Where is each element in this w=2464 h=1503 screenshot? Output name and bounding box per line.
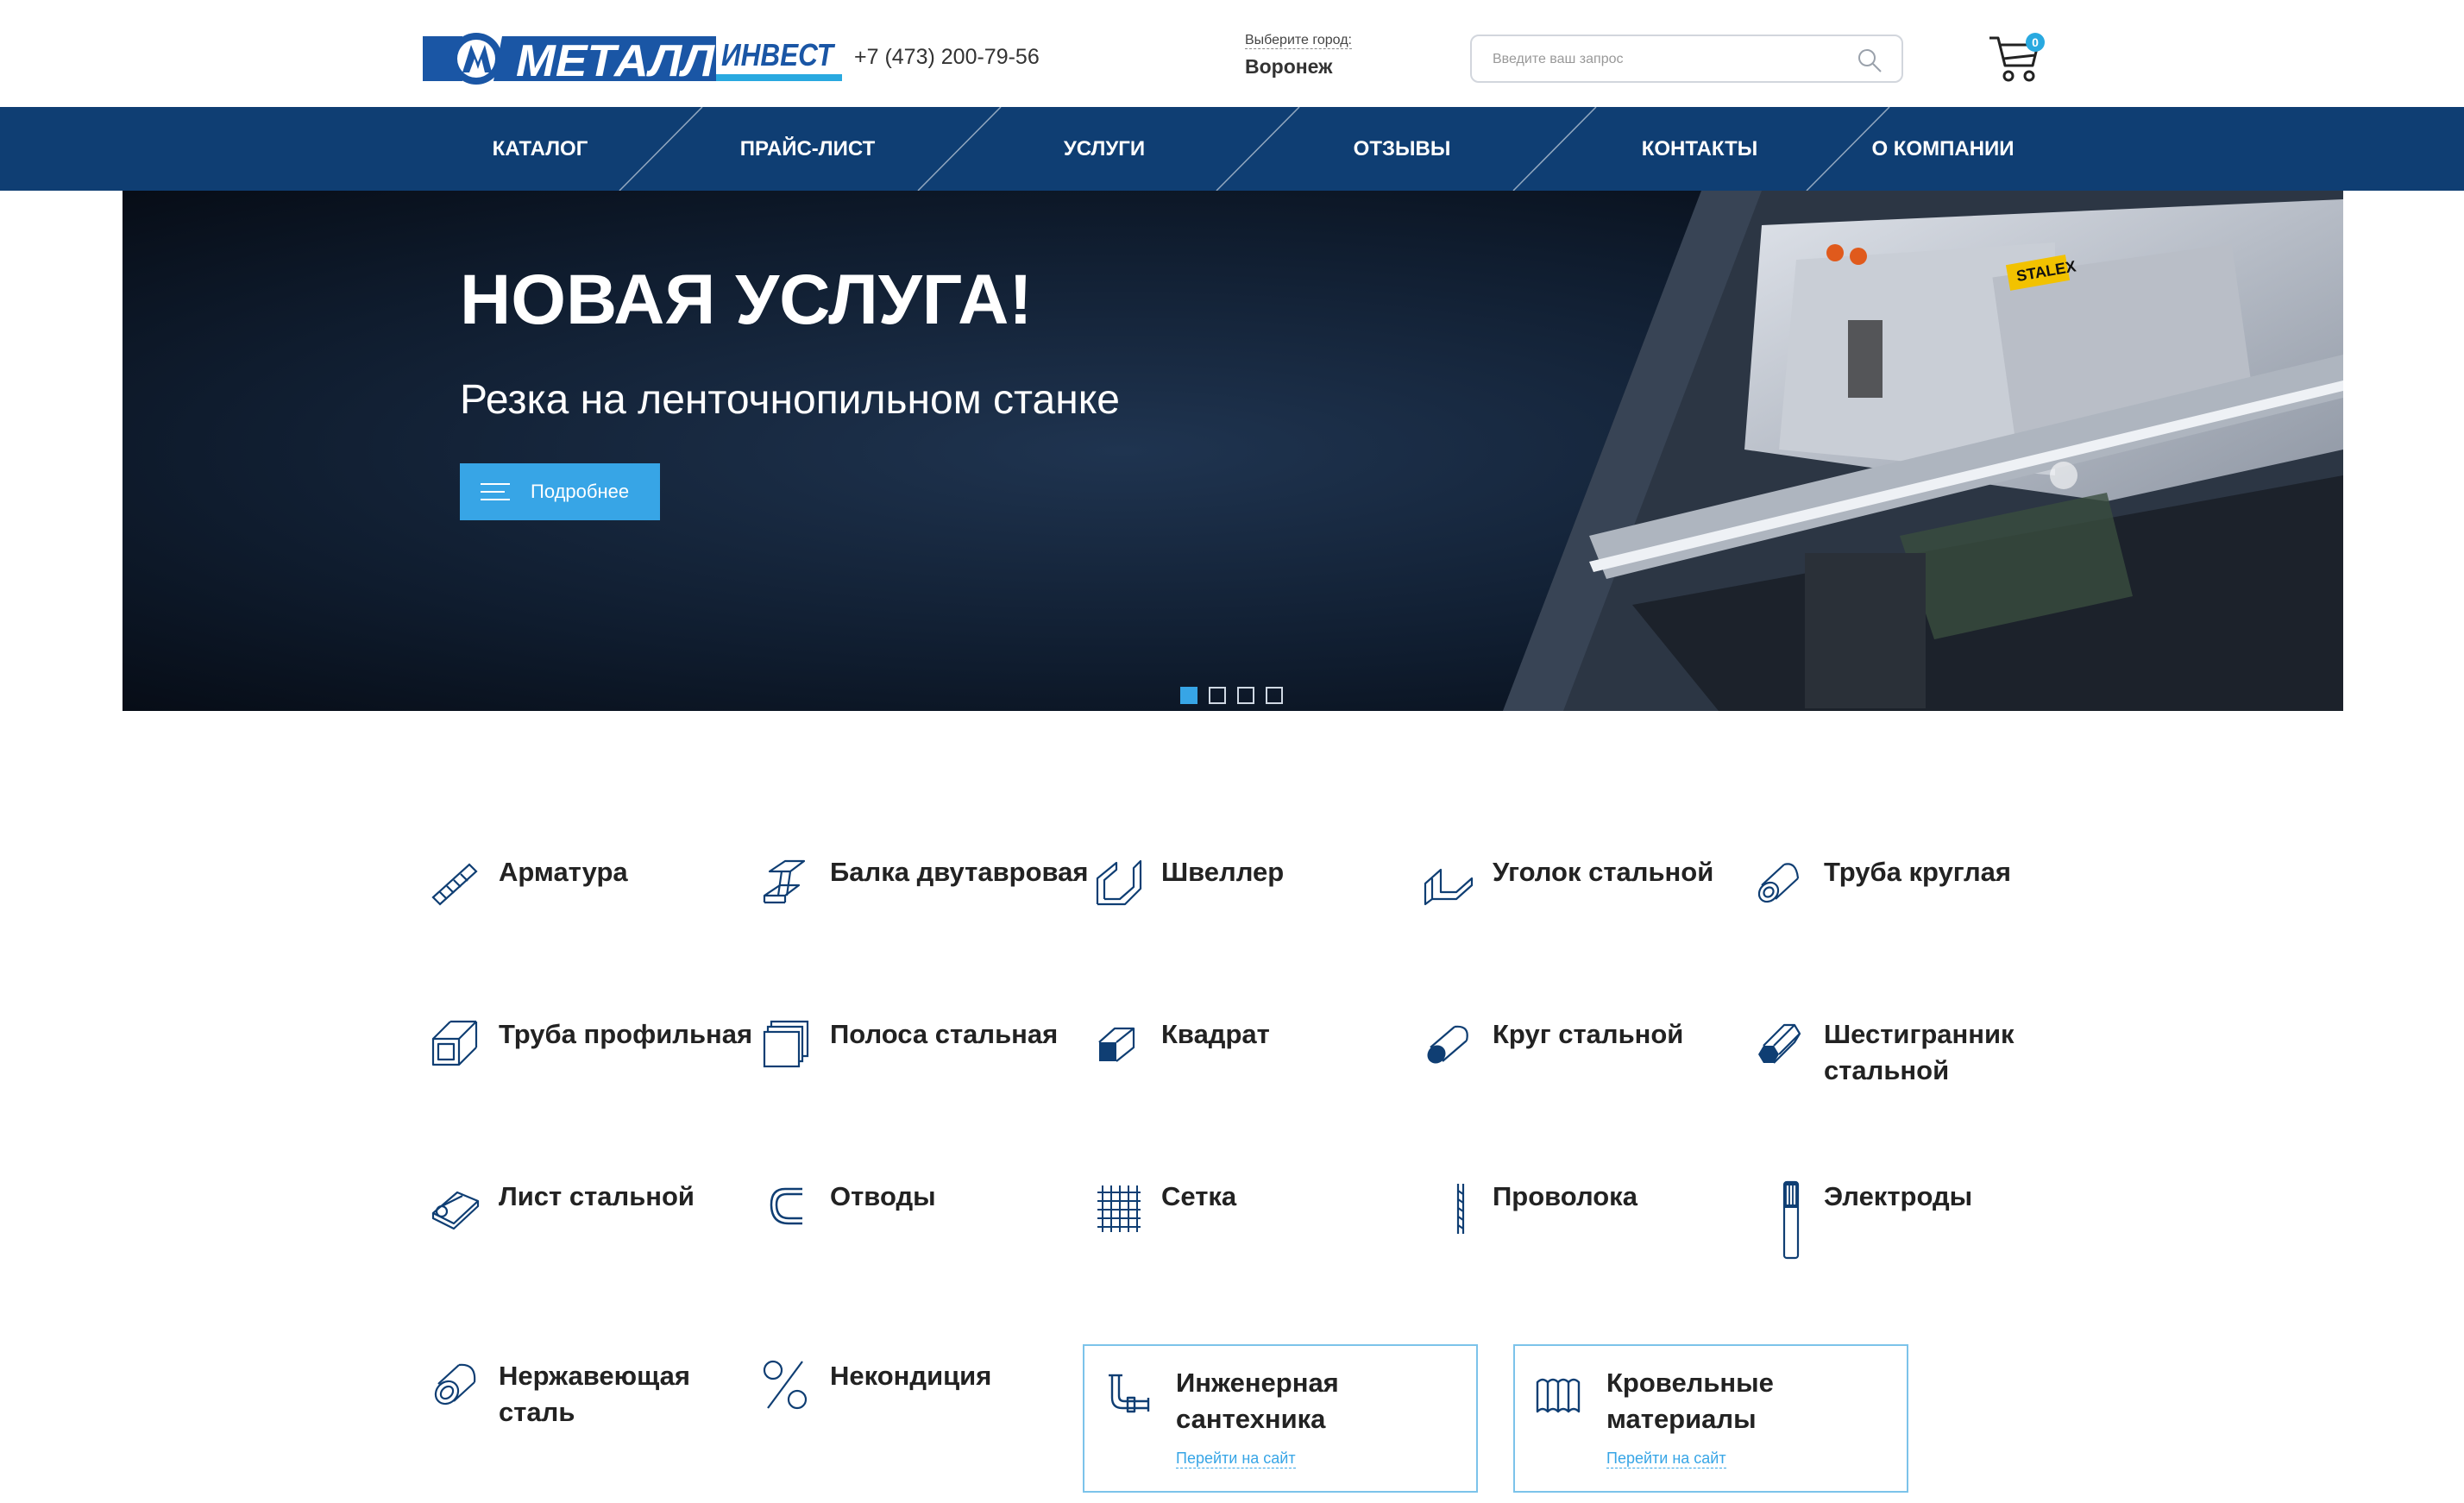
category-name: Квадрат <box>1161 1019 1270 1049</box>
sheet-icon <box>431 1191 480 1230</box>
electrodes-icon <box>1782 1180 1800 1260</box>
slider-dot-1[interactable] <box>1180 687 1197 704</box>
header-phone[interactable]: +7 (473) 200-79-56 <box>854 45 1040 70</box>
hero-subtitle: Резка на ленточнопильном станке <box>460 377 1120 423</box>
nav-item-contacts[interactable]: КОНТАКТЫ <box>1596 107 1803 191</box>
slider-dot-2[interactable] <box>1209 687 1226 704</box>
svg-text:ИНВЕСТ: ИНВЕСТ <box>721 37 836 72</box>
city-selector-label[interactable]: Выберите город: <box>1245 33 1352 49</box>
external-roofing-card[interactable]: Кровельные материалы Перейти на сайт <box>1513 1344 1908 1493</box>
slider-dot-3[interactable] <box>1237 687 1254 704</box>
stainless-icon <box>434 1363 476 1406</box>
category-name: Арматура <box>499 857 628 887</box>
hero-more-button[interactable]: Подробнее <box>460 463 660 520</box>
site-header: МЕТАЛЛ ИНВЕСТ +7 (473) 200-79-56 Выберит… <box>0 0 2464 107</box>
strip-icon <box>763 1020 809 1068</box>
category-name: Полоса стальная <box>830 1019 1059 1049</box>
main-nav: КАТАЛОГ ПРАЙС-ЛИСТ УСЛУГИ ОТЗЫВЫ КОНТАКТ… <box>0 107 2464 191</box>
channel-icon <box>1096 859 1142 906</box>
external-card-link[interactable]: Перейти на сайт <box>1606 1450 1726 1468</box>
search-icon[interactable] <box>1857 47 1883 73</box>
nav-item-reviews[interactable]: ОТЗЫВЫ <box>1298 107 1505 191</box>
category-name: Швеллер <box>1161 857 1285 887</box>
round-bar-icon <box>1427 1025 1468 1064</box>
hexagon-bar-icon <box>1758 1023 1801 1064</box>
round-pipe-icon <box>1757 863 1800 903</box>
menu-lines-icon <box>481 483 510 500</box>
nav-item-price-list[interactable]: ПРАЙС-ЛИСТ <box>704 107 911 191</box>
category-name: Некондиция <box>830 1361 992 1391</box>
profile-pipe-icon <box>431 1020 478 1066</box>
wire-icon <box>1456 1184 1465 1234</box>
svg-text:МЕТАЛЛ: МЕТАЛЛ <box>516 36 715 85</box>
nav-item-catalog[interactable]: КАТАЛОГ <box>437 107 644 191</box>
category-name: Шестигранник стальной <box>1824 1019 2015 1085</box>
rebar-icon <box>431 863 478 906</box>
city-selector-value[interactable]: Воронеж <box>1245 55 1332 79</box>
hero-slider: STALEX НОВАЯ УСЛУГА! Резка на ленточнопи… <box>123 191 2343 711</box>
hero-more-button-label: Подробнее <box>531 481 630 502</box>
category-name: Отводы <box>830 1181 936 1211</box>
nav-item-about[interactable]: О КОМПАНИИ <box>1839 107 2046 191</box>
category-name: Сетка <box>1161 1181 1237 1211</box>
nav-item-services[interactable]: УСЛУГИ <box>1001 107 1208 191</box>
category-name: Круг стальной <box>1493 1019 1684 1049</box>
external-plumbing-card[interactable]: Инженерная сантехника Перейти на сайт <box>1083 1344 1478 1493</box>
category-name: Балка двутавровая <box>830 857 1089 887</box>
external-card-title: Кровельные материалы <box>1606 1368 1774 1434</box>
category-name: Электроды <box>1824 1181 1973 1211</box>
plumbing-icon <box>1109 1374 1150 1413</box>
elbow-icon <box>770 1187 802 1225</box>
external-card-link[interactable]: Перейти на сайт <box>1176 1450 1296 1468</box>
hero-machine-image: STALEX <box>123 191 2343 711</box>
hero-title: НОВАЯ УСЛУГА! <box>460 261 1033 339</box>
percent-icon <box>763 1360 808 1410</box>
cart-count-badge: 0 <box>2026 33 2045 52</box>
slider-dot-4[interactable] <box>1266 687 1283 704</box>
category-name: Уголок стальной <box>1493 857 1714 887</box>
nav-dividers <box>619 107 1890 191</box>
angle-icon <box>1424 868 1474 906</box>
roofing-icon <box>1536 1378 1581 1413</box>
category-name: Нержавеющая сталь <box>499 1361 690 1427</box>
mesh-icon <box>1097 1185 1141 1232</box>
external-card-title: Инженерная сантехника <box>1176 1368 1339 1434</box>
i-beam-icon <box>763 859 806 904</box>
category-name: Труба круглая <box>1824 857 2011 887</box>
category-name: Труба профильная <box>499 1019 753 1049</box>
category-name: Проволока <box>1493 1181 1637 1211</box>
search-box <box>1470 35 1903 83</box>
category-name: Лист стальной <box>499 1181 695 1211</box>
search-input[interactable] <box>1491 47 1839 72</box>
company-logo[interactable]: МЕТАЛЛ ИНВЕСТ <box>423 33 842 85</box>
square-bar-icon <box>1098 1027 1135 1062</box>
